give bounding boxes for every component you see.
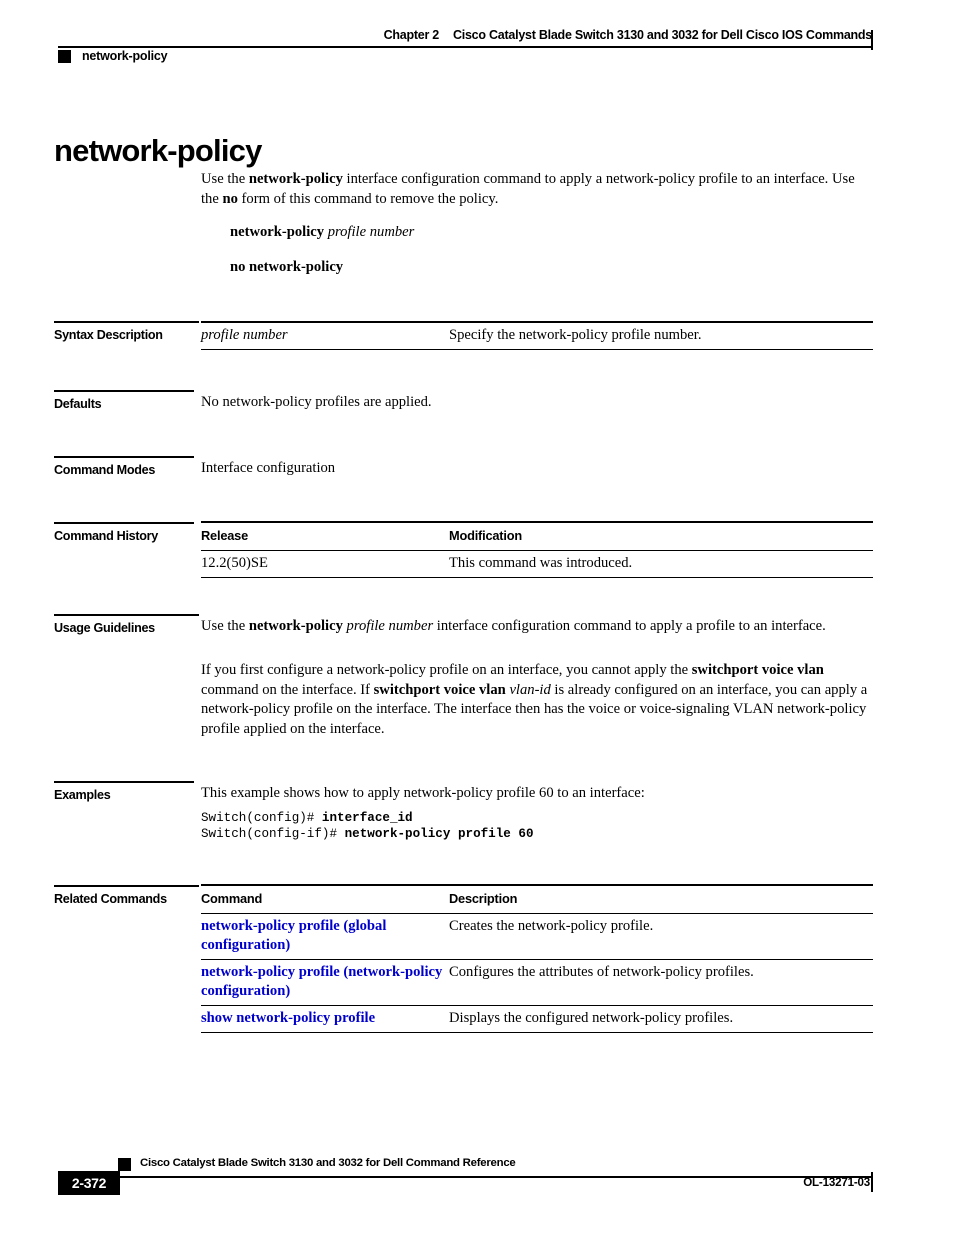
code-command-1: interface_id xyxy=(321,811,413,825)
intro-command-bold: network-policy xyxy=(248,171,343,187)
usage-paragraph-1: Use the network-policy profile number in… xyxy=(201,617,873,637)
table-row: network-policy profile (global configura… xyxy=(201,913,873,960)
command-history-header-release: Release xyxy=(201,521,449,551)
code-prompt-2: Switch(config-if)# xyxy=(201,827,345,841)
related-command-cell: network-policy profile (global configura… xyxy=(201,913,449,960)
command-history-header-modification: Modification xyxy=(449,521,873,551)
intro-no-bold: no xyxy=(222,190,238,207)
section-label-command-modes: Command Modes xyxy=(54,456,194,477)
syntax-description-cell: Specify the network-policy profile numbe… xyxy=(449,321,873,350)
document-page: Chapter 2 Cisco Catalyst Blade Switch 313… xyxy=(0,0,954,1235)
syntax-line: network-policy profile number xyxy=(201,223,873,243)
command-history-table: Release Modification 12.2(50)SE This com… xyxy=(201,521,873,578)
related-command-link[interactable]: network-policy profile (global configura… xyxy=(201,918,386,953)
no-form-command: no network-policy xyxy=(230,259,344,275)
usage-p1-e: interface configuration command to apply… xyxy=(433,618,826,634)
code-prompt-1: Switch(config)# xyxy=(201,811,322,825)
usage-p2-switchport-bold-1: switchport voice vlan xyxy=(691,662,824,678)
table-row: network-policy profile (network-policy c… xyxy=(201,959,873,1006)
header-edge-tick xyxy=(871,30,873,50)
section-label-defaults: Defaults xyxy=(54,390,194,411)
chapter-label: Chapter 2 xyxy=(383,28,440,42)
related-header-command: Command xyxy=(201,884,449,914)
related-command-cell: show network-policy profile xyxy=(201,1005,449,1033)
footer-book-title: Cisco Catalyst Blade Switch 3130 and 303… xyxy=(140,1157,516,1169)
example-code-line-2: Switch(config-if)# network-policy profil… xyxy=(201,826,534,842)
usage-p2-vlanid-italic: vlan-id xyxy=(509,681,551,698)
table-row: profile number Specify the network-polic… xyxy=(201,321,873,350)
table-header-row: Release Modification xyxy=(201,521,873,551)
book-title-header: Cisco Catalyst Blade Switch 3130 and 303… xyxy=(452,28,872,42)
usage-p1-command: network-policy xyxy=(248,618,343,634)
usage-p1-argument: profile number xyxy=(346,618,434,634)
table-row: 12.2(50)SE This command was introduced. xyxy=(201,550,873,578)
usage-p2-c: command on the interface. If xyxy=(201,681,374,698)
footer-document-id: OL-13271-03 xyxy=(803,1176,870,1189)
table-row: show network-policy profile Displays the… xyxy=(201,1005,873,1033)
section-label-command-history: Command History xyxy=(54,522,194,543)
table-header-row: Command Description xyxy=(201,884,873,914)
syntax-description-table: profile number Specify the network-polic… xyxy=(201,321,873,350)
syntax-argument: profile number xyxy=(327,224,415,240)
page-number-badge: 2-372 xyxy=(58,1171,120,1195)
running-command-name: network-policy xyxy=(82,49,168,63)
header-rule xyxy=(58,46,873,48)
section-label-examples: Examples xyxy=(54,781,194,802)
footer-edge-tick xyxy=(871,1172,873,1192)
intro-paragraph: Use the network-policy interface configu… xyxy=(201,170,873,209)
related-command-link[interactable]: show network-policy profile xyxy=(201,1010,375,1026)
related-commands-table: Command Description network-policy profi… xyxy=(201,884,873,1033)
section-label-syntax-description: Syntax Description xyxy=(54,321,199,342)
footer-square-marker-icon xyxy=(118,1158,131,1171)
examples-intro: This example shows how to apply network-… xyxy=(201,785,645,801)
related-command-cell: network-policy profile (network-policy c… xyxy=(201,959,449,1006)
usage-paragraph-2: If you first configure a network-policy … xyxy=(201,661,873,739)
section-label-usage-guidelines: Usage Guidelines xyxy=(54,614,199,635)
usage-p2-a: If you first configure a network-policy … xyxy=(201,662,692,678)
modification-cell: This command was introduced. xyxy=(449,550,873,578)
defaults-text: No network-policy profiles are applied. xyxy=(201,394,432,410)
footer-rule xyxy=(58,1176,873,1178)
syntax-command: network-policy xyxy=(230,224,325,240)
intro-text-e: form of this command to remove the polic… xyxy=(237,190,499,207)
related-description-cell: Configures the attributes of network-pol… xyxy=(449,959,873,1006)
related-description-cell: Creates the network-policy profile. xyxy=(449,913,873,960)
example-code-line-1: Switch(config)# interface_id xyxy=(201,810,413,826)
related-description-cell: Displays the configured network-policy p… xyxy=(449,1005,873,1033)
running-header-text: Chapter 2 Cisco Catalyst Blade Switch 313… xyxy=(383,28,873,42)
page-title: network-policy xyxy=(54,132,262,168)
usage-p1-a: Use the xyxy=(201,618,249,634)
release-cell: 12.2(50)SE xyxy=(201,550,449,578)
no-form-line: no network-policy xyxy=(201,258,873,278)
section-label-related-commands: Related Commands xyxy=(54,885,199,906)
command-modes-text: Interface configuration xyxy=(201,460,336,476)
related-command-link[interactable]: network-policy profile (network-policy c… xyxy=(201,964,442,999)
header-square-marker-icon xyxy=(58,50,71,63)
syntax-term-cell: profile number xyxy=(201,321,449,350)
intro-text-a: Use the xyxy=(201,171,249,187)
usage-p2-switchport-bold-2: switchport voice vlan xyxy=(373,681,506,698)
code-command-2: network-policy profile 60 xyxy=(344,827,534,841)
related-header-description: Description xyxy=(449,884,873,914)
